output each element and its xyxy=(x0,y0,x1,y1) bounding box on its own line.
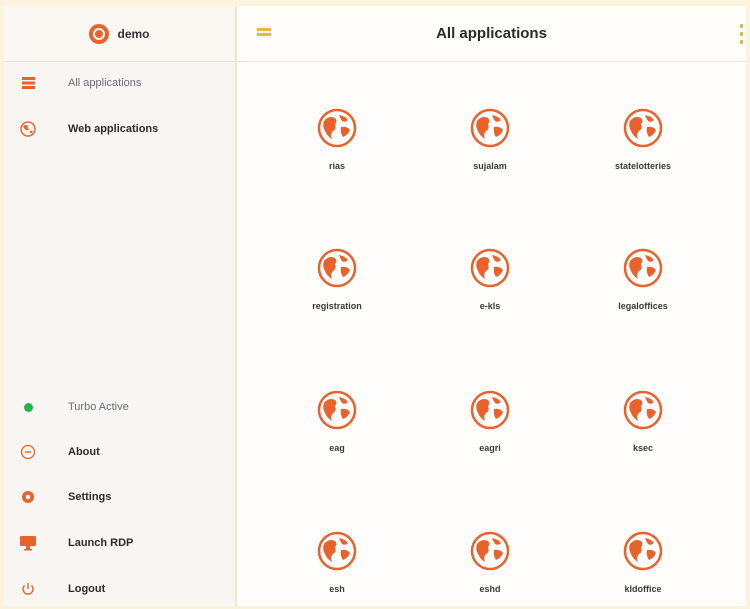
app-tile[interactable]: statelotteries xyxy=(583,106,703,186)
sidebar-item-settings[interactable]: Settings xyxy=(4,482,237,512)
app-window: demo All applications Web applications T… xyxy=(4,6,746,606)
gear-icon xyxy=(4,489,52,505)
sidebar-item-all-applications[interactable]: All applications xyxy=(4,68,237,98)
app-tile[interactable]: esh xyxy=(277,529,397,609)
app-label: eshd xyxy=(479,584,501,594)
globe-icon xyxy=(621,388,665,437)
app-label: eag xyxy=(329,443,345,453)
app-label: registration xyxy=(312,301,362,311)
sidebar-item-label: Logout xyxy=(68,583,106,595)
globe-icon xyxy=(468,529,512,578)
app-label: rias xyxy=(328,161,345,171)
sidebar-item-label: Turbo Active xyxy=(68,401,129,413)
app-label: e-kls xyxy=(479,301,501,311)
app-tile[interactable]: eag xyxy=(277,388,397,468)
app-tile[interactable]: eagri xyxy=(430,388,550,468)
app-tile[interactable]: legaloffices xyxy=(583,246,703,326)
app-label: esh xyxy=(329,584,345,594)
app-label: statelotteries xyxy=(614,161,672,171)
globe-icon xyxy=(468,388,512,437)
sidebar-item-logout[interactable]: Logout xyxy=(4,574,237,604)
sidebar-item-label: All applications xyxy=(68,77,142,89)
app-label: eagri xyxy=(479,443,501,453)
sidebar-item-label: Settings xyxy=(68,491,112,503)
sidebar-item-label: About xyxy=(68,446,100,458)
globe-icon xyxy=(468,246,512,295)
sidebar-item-about[interactable]: About xyxy=(4,437,237,467)
app-tile[interactable]: ksec xyxy=(583,388,703,468)
globe-icon xyxy=(315,246,359,295)
app-tile[interactable]: kldoffice xyxy=(583,529,703,609)
globe-icon xyxy=(621,529,665,578)
brand-header: demo xyxy=(4,6,235,62)
app-label: kldoffice xyxy=(624,584,662,594)
sidebar-item-label: Launch RDP xyxy=(68,537,134,549)
status-dot-icon xyxy=(4,402,52,412)
app-label: legaloffices xyxy=(618,301,668,311)
info-icon xyxy=(4,444,52,460)
sidebar-item-launch-rdp[interactable]: Launch RDP xyxy=(4,528,237,558)
kebab-icon[interactable] xyxy=(738,24,744,44)
page-title: All applications xyxy=(436,25,547,42)
top-bar: All applications xyxy=(237,6,746,62)
sidebar: demo All applications Web applications T… xyxy=(4,6,237,606)
app-tile[interactable]: rias xyxy=(277,106,397,186)
app-tile[interactable]: eshd xyxy=(430,529,550,609)
grid-icon xyxy=(4,77,52,89)
app-tile[interactable]: e-kls xyxy=(430,246,550,326)
globe-icon xyxy=(4,121,52,137)
monitor-icon xyxy=(4,535,52,551)
app-label: sujalam xyxy=(473,161,507,171)
app-label: ksec xyxy=(632,443,654,453)
globe-icon xyxy=(621,106,665,155)
app-tile[interactable]: sujalam xyxy=(430,106,550,186)
power-icon xyxy=(4,581,52,597)
globe-icon xyxy=(315,106,359,155)
globe-icon xyxy=(315,529,359,578)
main-content: All applications rias sujalam statelotteri… xyxy=(237,6,746,606)
sidebar-item-web-applications[interactable]: Web applications xyxy=(4,114,237,144)
sidebar-item-turbo-active[interactable]: Turbo Active xyxy=(4,392,237,422)
brand-logo-icon xyxy=(89,23,110,44)
globe-icon xyxy=(468,106,512,155)
sidebar-item-label: Web applications xyxy=(68,123,159,135)
app-tile[interactable]: registration xyxy=(277,246,397,326)
globe-icon xyxy=(621,246,665,295)
menu-icon[interactable] xyxy=(257,28,271,40)
brand-name: demo xyxy=(117,26,150,41)
globe-icon xyxy=(315,388,359,437)
